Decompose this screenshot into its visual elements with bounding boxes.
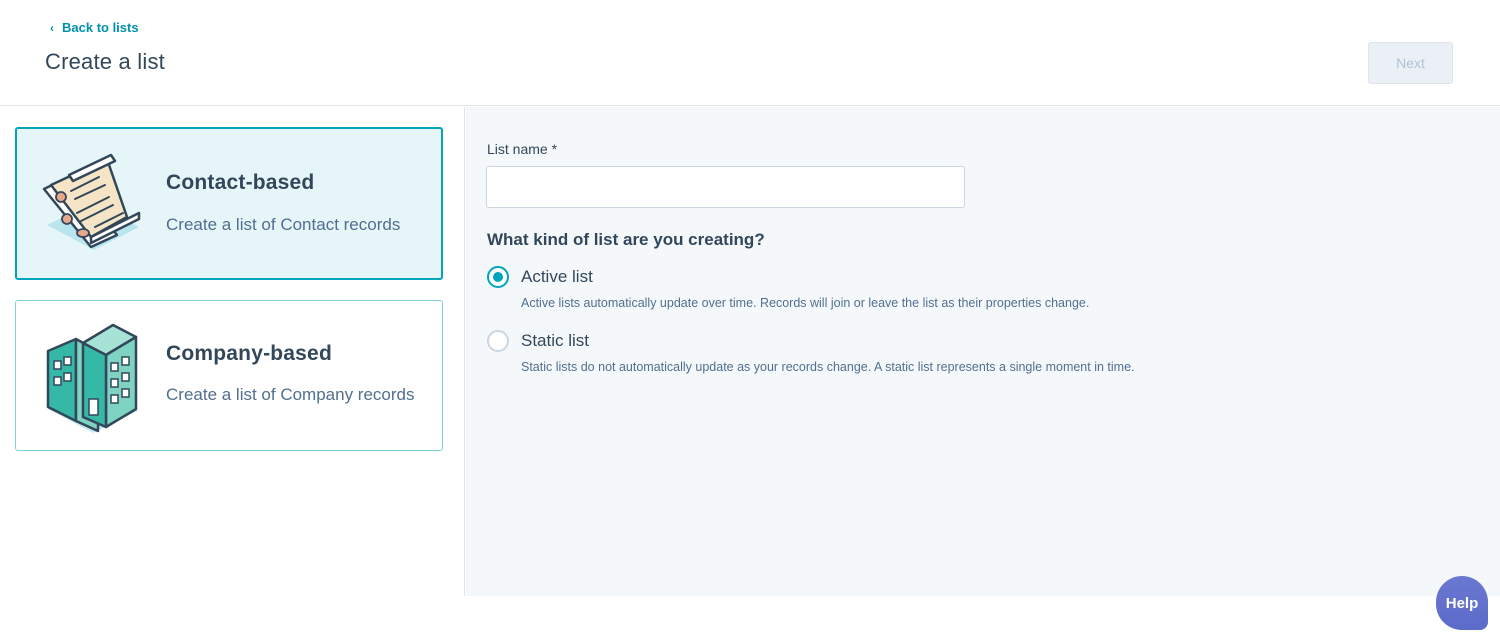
company-based-description: Create a list of Company records [166,385,415,404]
list-type-panel: Contact-based Create a list of Contact r… [0,107,465,596]
contact-based-card[interactable]: Contact-based Create a list of Contact r… [15,127,443,280]
contact-cards-icon [42,153,141,250]
back-to-lists-link[interactable]: ‹ Back to lists [50,20,139,35]
static-list-radio[interactable] [487,330,509,352]
static-list-option[interactable]: Static list [487,330,589,352]
list-details-panel: List name * What kind of list are you cr… [466,107,1500,596]
static-list-label: Static list [521,331,590,350]
list-name-label: List name * [487,141,558,157]
page-title: Create a list [45,49,165,74]
active-list-label: Active list [521,267,593,286]
contact-based-title: Contact-based [166,171,315,194]
building-icon [46,323,138,433]
list-kind-question: What kind of list are you creating? [487,230,765,249]
next-button[interactable]: Next [1368,42,1453,84]
back-link-label: Back to lists [62,20,139,35]
chevron-left-icon: ‹ [50,20,54,35]
active-list-radio[interactable] [487,266,509,288]
active-list-option[interactable]: Active list [487,266,593,288]
page-header: ‹ Back to lists Create a list Next [0,0,1500,106]
list-name-input[interactable] [486,166,965,208]
static-list-help: Static lists do not automatically update… [521,360,1135,374]
company-based-title: Company-based [166,342,332,365]
company-based-card[interactable]: Company-based Create a list of Company r… [15,300,443,451]
active-list-help: Active lists automatically update over t… [521,296,1090,310]
contact-based-description: Create a list of Contact records [166,215,401,234]
help-button[interactable]: Help [1436,576,1488,630]
